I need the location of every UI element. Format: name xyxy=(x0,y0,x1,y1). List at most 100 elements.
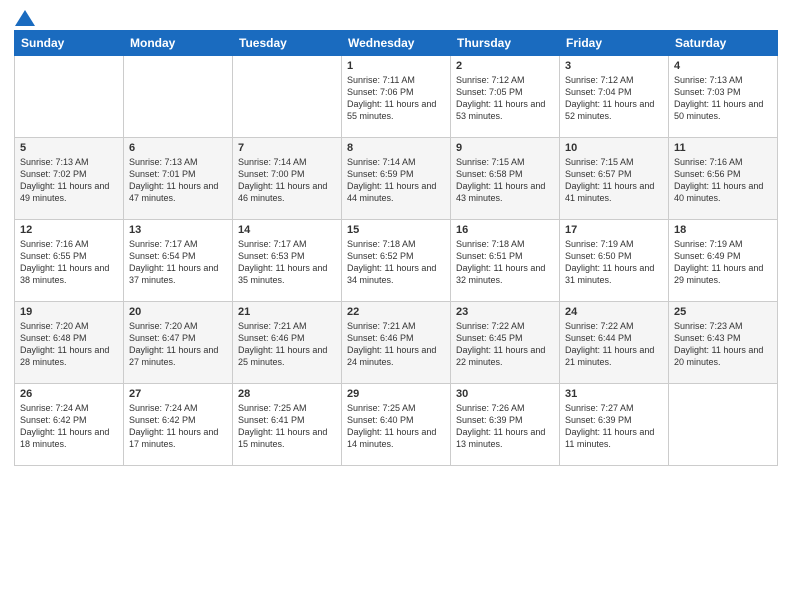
day-number: 31 xyxy=(565,388,663,400)
day-number: 4 xyxy=(674,60,772,72)
calendar-cell-2-6: 10 Sunrise: 7:15 AMSunset: 6:57 PMDayligh… xyxy=(560,138,669,220)
calendar-cell-4-2: 20 Sunrise: 7:20 AMSunset: 6:47 PMDayligh… xyxy=(124,302,233,384)
calendar-cell-2-2: 6 Sunrise: 7:13 AMSunset: 7:01 PMDaylight… xyxy=(124,138,233,220)
day-info: Sunrise: 7:14 AMSunset: 6:59 PMDaylight:… xyxy=(347,156,445,205)
day-number: 17 xyxy=(565,224,663,236)
calendar-cell-1-7: 4 Sunrise: 7:13 AMSunset: 7:03 PMDaylight… xyxy=(669,56,778,138)
day-info: Sunrise: 7:13 AMSunset: 7:02 PMDaylight:… xyxy=(20,156,118,205)
calendar-week-4: 19Sunrise: 7:20 AMSunset: 6:48 PMDayligh… xyxy=(15,302,778,384)
logo-icon xyxy=(15,10,35,26)
day-number: 25 xyxy=(674,306,772,318)
calendar-cell-5-6: 31 Sunrise: 7:27 AMSunset: 6:39 PMDayligh… xyxy=(560,384,669,466)
day-number: 30 xyxy=(456,388,554,400)
day-info: Sunrise: 7:19 AMSunset: 6:50 PMDaylight:… xyxy=(565,238,663,287)
calendar-week-3: 12Sunrise: 7:16 AMSunset: 6:55 PMDayligh… xyxy=(15,220,778,302)
day-number: 15 xyxy=(347,224,445,236)
day-info: Sunrise: 7:12 AMSunset: 7:05 PMDaylight:… xyxy=(456,74,554,123)
day-info: Sunrise: 7:18 AMSunset: 6:51 PMDaylight:… xyxy=(456,238,554,287)
page: SundayMondayTuesdayWednesdayThursdayFrid… xyxy=(0,0,792,612)
day-info: Sunrise: 7:22 AMSunset: 6:45 PMDaylight:… xyxy=(456,320,554,369)
calendar-cell-2-7: 11 Sunrise: 7:16 AMSunset: 6:56 PMDayligh… xyxy=(669,138,778,220)
day-info: Sunrise: 7:17 AMSunset: 6:53 PMDaylight:… xyxy=(238,238,336,287)
day-number: 18 xyxy=(674,224,772,236)
calendar-cell-5-7 xyxy=(669,384,778,466)
day-number: 26 xyxy=(20,388,118,400)
calendar: SundayMondayTuesdayWednesdayThursdayFrid… xyxy=(14,30,778,466)
calendar-week-5: 26Sunrise: 7:24 AMSunset: 6:42 PMDayligh… xyxy=(15,384,778,466)
calendar-cell-4-4: 22Sunrise: 7:21 AMSunset: 6:46 PMDayligh… xyxy=(342,302,451,384)
calendar-cell-2-4: 8 Sunrise: 7:14 AMSunset: 6:59 PMDaylight… xyxy=(342,138,451,220)
calendar-cell-5-3: 28Sunrise: 7:25 AMSunset: 6:41 PMDayligh… xyxy=(233,384,342,466)
day-number: 16 xyxy=(456,224,554,236)
calendar-cell-1-4: 1 Sunrise: 7:11 AMSunset: 7:06 PMDaylight… xyxy=(342,56,451,138)
calendar-cell-1-2 xyxy=(124,56,233,138)
day-info: Sunrise: 7:15 AMSunset: 6:58 PMDaylight:… xyxy=(456,156,554,205)
day-number: 20 xyxy=(129,306,227,318)
weekday-header-thursday: Thursday xyxy=(451,31,560,56)
day-info: Sunrise: 7:25 AMSunset: 6:41 PMDaylight:… xyxy=(238,402,336,451)
day-info: Sunrise: 7:15 AMSunset: 6:57 PMDaylight:… xyxy=(565,156,663,205)
day-info: Sunrise: 7:19 AMSunset: 6:49 PMDaylight:… xyxy=(674,238,772,287)
calendar-week-2: 5 Sunrise: 7:13 AMSunset: 7:02 PMDaylight… xyxy=(15,138,778,220)
day-info: Sunrise: 7:13 AMSunset: 7:01 PMDaylight:… xyxy=(129,156,227,205)
calendar-cell-4-3: 21Sunrise: 7:21 AMSunset: 6:46 PMDayligh… xyxy=(233,302,342,384)
calendar-cell-4-5: 23Sunrise: 7:22 AMSunset: 6:45 PMDayligh… xyxy=(451,302,560,384)
calendar-cell-1-6: 3 Sunrise: 7:12 AMSunset: 7:04 PMDaylight… xyxy=(560,56,669,138)
weekday-header-friday: Friday xyxy=(560,31,669,56)
day-info: Sunrise: 7:26 AMSunset: 6:39 PMDaylight:… xyxy=(456,402,554,451)
weekday-header-monday: Monday xyxy=(124,31,233,56)
day-info: Sunrise: 7:21 AMSunset: 6:46 PMDaylight:… xyxy=(238,320,336,369)
calendar-cell-5-1: 26Sunrise: 7:24 AMSunset: 6:42 PMDayligh… xyxy=(15,384,124,466)
day-number: 1 xyxy=(347,60,445,72)
calendar-cell-1-5: 2 Sunrise: 7:12 AMSunset: 7:05 PMDaylight… xyxy=(451,56,560,138)
day-info: Sunrise: 7:18 AMSunset: 6:52 PMDaylight:… xyxy=(347,238,445,287)
day-number: 10 xyxy=(565,142,663,154)
day-number: 6 xyxy=(129,142,227,154)
calendar-cell-4-6: 24 Sunrise: 7:22 AMSunset: 6:44 PMDayligh… xyxy=(560,302,669,384)
weekday-header-sunday: Sunday xyxy=(15,31,124,56)
day-number: 11 xyxy=(674,142,772,154)
calendar-cell-1-3 xyxy=(233,56,342,138)
calendar-cell-2-3: 7Sunrise: 7:14 AMSunset: 7:00 PMDaylight… xyxy=(233,138,342,220)
calendar-cell-5-2: 27Sunrise: 7:24 AMSunset: 6:42 PMDayligh… xyxy=(124,384,233,466)
calendar-week-1: 1 Sunrise: 7:11 AMSunset: 7:06 PMDaylight… xyxy=(15,56,778,138)
day-number: 22 xyxy=(347,306,445,318)
day-number: 2 xyxy=(456,60,554,72)
calendar-body: 1 Sunrise: 7:11 AMSunset: 7:06 PMDaylight… xyxy=(15,56,778,466)
day-info: Sunrise: 7:22 AMSunset: 6:44 PMDaylight:… xyxy=(565,320,663,369)
calendar-cell-1-1 xyxy=(15,56,124,138)
day-info: Sunrise: 7:17 AMSunset: 6:54 PMDaylight:… xyxy=(129,238,227,287)
calendar-cell-4-7: 25 Sunrise: 7:23 AMSunset: 6:43 PMDayligh… xyxy=(669,302,778,384)
day-info: Sunrise: 7:12 AMSunset: 7:04 PMDaylight:… xyxy=(565,74,663,123)
weekday-header-wednesday: Wednesday xyxy=(342,31,451,56)
calendar-cell-3-6: 17 Sunrise: 7:19 AMSunset: 6:50 PMDayligh… xyxy=(560,220,669,302)
day-number: 9 xyxy=(456,142,554,154)
calendar-cell-5-5: 30 Sunrise: 7:26 AMSunset: 6:39 PMDayligh… xyxy=(451,384,560,466)
calendar-header-row: SundayMondayTuesdayWednesdayThursdayFrid… xyxy=(15,31,778,56)
day-info: Sunrise: 7:27 AMSunset: 6:39 PMDaylight:… xyxy=(565,402,663,451)
header xyxy=(14,10,778,22)
day-info: Sunrise: 7:13 AMSunset: 7:03 PMDaylight:… xyxy=(674,74,772,123)
calendar-cell-5-4: 29 Sunrise: 7:25 AMSunset: 6:40 PMDayligh… xyxy=(342,384,451,466)
day-number: 24 xyxy=(565,306,663,318)
day-info: Sunrise: 7:11 AMSunset: 7:06 PMDaylight:… xyxy=(347,74,445,123)
calendar-cell-3-1: 12Sunrise: 7:16 AMSunset: 6:55 PMDayligh… xyxy=(15,220,124,302)
day-info: Sunrise: 7:20 AMSunset: 6:47 PMDaylight:… xyxy=(129,320,227,369)
logo xyxy=(14,10,35,22)
calendar-cell-2-5: 9 Sunrise: 7:15 AMSunset: 6:58 PMDaylight… xyxy=(451,138,560,220)
day-number: 14 xyxy=(238,224,336,236)
day-number: 8 xyxy=(347,142,445,154)
day-info: Sunrise: 7:16 AMSunset: 6:56 PMDaylight:… xyxy=(674,156,772,205)
calendar-cell-4-1: 19Sunrise: 7:20 AMSunset: 6:48 PMDayligh… xyxy=(15,302,124,384)
day-number: 3 xyxy=(565,60,663,72)
day-number: 27 xyxy=(129,388,227,400)
day-info: Sunrise: 7:25 AMSunset: 6:40 PMDaylight:… xyxy=(347,402,445,451)
day-number: 5 xyxy=(20,142,118,154)
day-number: 29 xyxy=(347,388,445,400)
day-info: Sunrise: 7:16 AMSunset: 6:55 PMDaylight:… xyxy=(20,238,118,287)
day-info: Sunrise: 7:14 AMSunset: 7:00 PMDaylight:… xyxy=(238,156,336,205)
day-info: Sunrise: 7:23 AMSunset: 6:43 PMDaylight:… xyxy=(674,320,772,369)
calendar-cell-3-2: 13Sunrise: 7:17 AMSunset: 6:54 PMDayligh… xyxy=(124,220,233,302)
day-number: 19 xyxy=(20,306,118,318)
calendar-cell-3-4: 15 Sunrise: 7:18 AMSunset: 6:52 PMDayligh… xyxy=(342,220,451,302)
